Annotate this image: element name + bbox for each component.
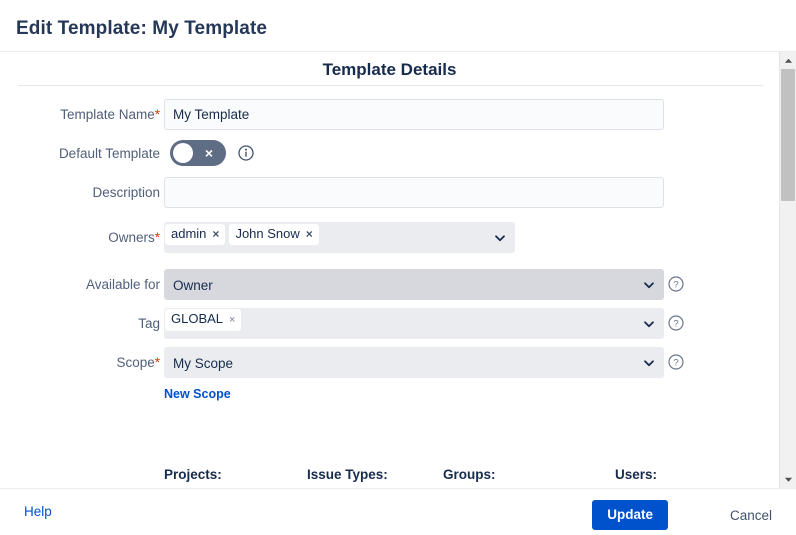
dialog-body: Template Details Template Name* My Templ… bbox=[0, 52, 796, 488]
available-for-value: Owner bbox=[173, 278, 213, 293]
owner-chip-label: John Snow bbox=[235, 225, 300, 241]
edit-template-dialog: Edit Template: My Template Template Deta… bbox=[0, 0, 796, 535]
description-label: Description bbox=[92, 185, 160, 200]
col-header-projects: Projects: bbox=[164, 467, 222, 482]
template-name-input[interactable]: My Template bbox=[164, 99, 664, 130]
scrollbar-up-arrow[interactable] bbox=[780, 52, 796, 69]
tag-chip-remove-icon[interactable]: × bbox=[229, 314, 235, 326]
new-scope-link[interactable]: New Scope bbox=[164, 387, 231, 401]
info-circle-icon[interactable] bbox=[238, 145, 254, 161]
owners-select[interactable]: admin × John Snow × bbox=[164, 222, 515, 253]
svg-text:?: ? bbox=[673, 358, 678, 369]
scope-table: Projects: Issue Types: Groups: Users: bbox=[164, 467, 729, 488]
chevron-down-icon[interactable] bbox=[643, 279, 655, 291]
dialog-header: Edit Template: My Template bbox=[0, 0, 796, 52]
tag-label: Tag bbox=[138, 316, 160, 331]
dialog-title: Edit Template: My Template bbox=[16, 18, 268, 39]
chevron-down-icon bbox=[784, 477, 792, 482]
tag-select[interactable]: GLOBAL × bbox=[164, 308, 664, 339]
available-for-select[interactable]: Owner bbox=[164, 269, 664, 300]
owner-chip-remove-icon[interactable]: × bbox=[212, 227, 219, 241]
scope-table-header: Projects: Issue Types: Groups: Users: bbox=[164, 467, 729, 488]
default-template-toggle[interactable]: × bbox=[170, 140, 226, 166]
section-divider bbox=[18, 85, 763, 86]
required-asterisk: * bbox=[154, 230, 160, 245]
chevron-down-icon[interactable] bbox=[494, 232, 506, 244]
default-template-label: Default Template bbox=[58, 146, 160, 161]
toggle-off-mark: × bbox=[204, 145, 214, 161]
dialog-footer: Help Update Cancel bbox=[0, 488, 796, 535]
tag-chip-label: GLOBAL bbox=[171, 311, 224, 327]
owner-chip-remove-icon[interactable]: × bbox=[306, 227, 313, 241]
template-name-label: Template Name* bbox=[60, 107, 160, 122]
vertical-scrollbar[interactable] bbox=[779, 52, 796, 488]
chevron-down-icon[interactable] bbox=[643, 318, 655, 330]
description-input[interactable] bbox=[164, 177, 664, 208]
col-header-issue-types: Issue Types: bbox=[307, 467, 388, 482]
toggle-knob bbox=[173, 143, 193, 163]
col-header-users: Users: bbox=[615, 467, 658, 482]
question-circle-icon[interactable]: ? bbox=[668, 315, 684, 331]
scrollbar-down-arrow[interactable] bbox=[780, 471, 796, 488]
cancel-button[interactable]: Cancel bbox=[730, 508, 772, 523]
update-button[interactable]: Update bbox=[592, 500, 668, 530]
owners-label: Owners* bbox=[108, 230, 160, 245]
col-header-groups: Groups: bbox=[443, 467, 496, 482]
owner-chip[interactable]: admin × bbox=[165, 223, 226, 245]
scope-value: My Scope bbox=[173, 356, 234, 371]
required-asterisk: * bbox=[154, 355, 160, 370]
section-heading: Template Details bbox=[322, 60, 457, 79]
svg-text:?: ? bbox=[673, 319, 678, 330]
chevron-up-icon bbox=[784, 58, 792, 63]
required-asterisk: * bbox=[154, 107, 160, 122]
scrollbar-thumb[interactable] bbox=[781, 69, 795, 201]
available-for-label: Available for bbox=[85, 277, 160, 292]
svg-text:?: ? bbox=[673, 280, 678, 291]
form-content: Template Details Template Name* My Templ… bbox=[0, 52, 779, 488]
tag-chip[interactable]: GLOBAL × bbox=[165, 309, 242, 332]
owner-chip-label: admin bbox=[171, 225, 207, 241]
scope-label: Scope* bbox=[116, 355, 160, 370]
question-circle-icon[interactable]: ? bbox=[668, 276, 684, 292]
help-link[interactable]: Help bbox=[24, 504, 52, 519]
chevron-down-icon[interactable] bbox=[643, 357, 655, 369]
question-circle-icon[interactable]: ? bbox=[668, 354, 684, 370]
owner-chip[interactable]: John Snow × bbox=[229, 223, 319, 245]
scope-select[interactable]: My Scope bbox=[164, 347, 664, 378]
